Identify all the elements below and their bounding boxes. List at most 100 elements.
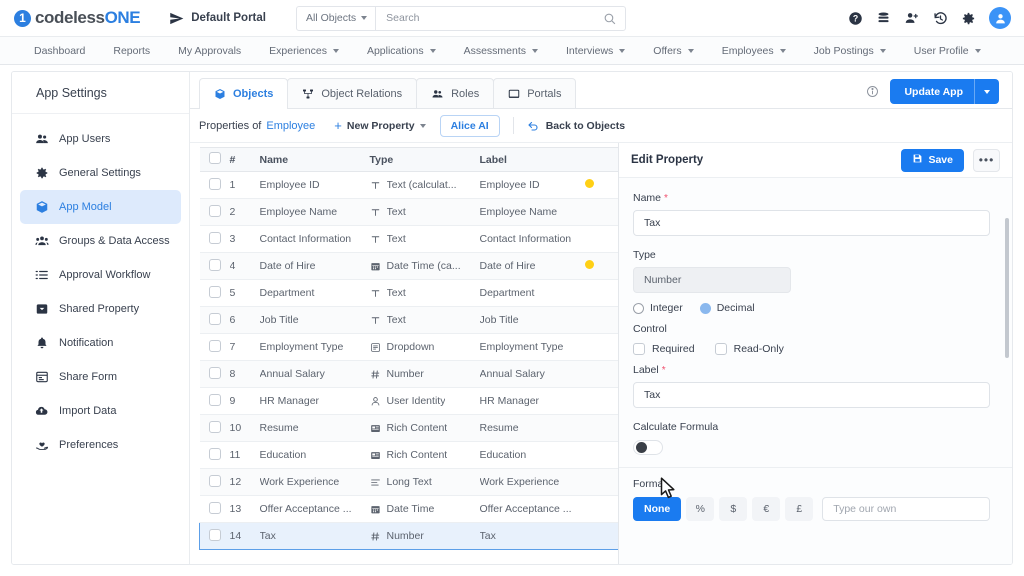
format-option-dollar[interactable]: $ (719, 497, 748, 521)
calculate-formula-toggle[interactable] (633, 440, 663, 455)
row-checkbox[interactable] (208, 258, 221, 271)
table-row[interactable]: 7 Employment Type Dropdown Employment Ty… (199, 333, 619, 361)
update-app-dropdown[interactable] (974, 79, 999, 104)
table-row[interactable]: 11 Education Rich Content Education (199, 441, 619, 469)
tab-object-relations[interactable]: Object Relations (287, 78, 418, 108)
col-number[interactable]: # (229, 147, 260, 172)
row-checkbox-cell[interactable] (199, 414, 230, 442)
nav-item-my-approvals[interactable]: My Approvals (164, 37, 255, 64)
format-option-none[interactable]: None (633, 497, 682, 521)
row-checkbox-cell[interactable] (199, 198, 230, 226)
tab-objects[interactable]: Objects (199, 78, 289, 109)
format-option-pound[interactable]: £ (785, 497, 814, 521)
new-property-button[interactable]: + New Property (334, 119, 426, 132)
search-scope-dropdown[interactable]: All Objects (297, 6, 377, 30)
help-icon[interactable]: ? (848, 11, 863, 26)
checkbox-required[interactable]: Required (633, 343, 695, 355)
col-name[interactable]: Name (259, 147, 370, 172)
sidebar-item-app-model[interactable]: App Model (20, 190, 181, 224)
sidebar-item-groups-data-access[interactable]: Groups & Data Access (20, 224, 181, 258)
info-icon[interactable] (866, 85, 879, 98)
row-checkbox-cell[interactable] (199, 468, 230, 496)
sidebar-item-notification[interactable]: Notification (20, 326, 181, 360)
table-row[interactable]: 5 Department Text Department (199, 279, 619, 307)
nav-item-experiences[interactable]: Experiences (255, 37, 353, 64)
panel-scrollbar[interactable] (1005, 218, 1009, 358)
row-checkbox-cell[interactable] (199, 387, 230, 415)
sidebar-item-approval-workflow[interactable]: Approval Workflow (20, 258, 181, 292)
table-row[interactable]: 2 Employee Name Text Employee Name (199, 198, 619, 226)
row-checkbox[interactable] (208, 339, 221, 352)
sidebar-item-app-users[interactable]: App Users (20, 122, 181, 156)
row-checkbox[interactable] (208, 285, 221, 298)
table-row[interactable]: 12 Work Experience Long Text Work Experi… (199, 468, 619, 496)
nav-item-employees[interactable]: Employees (708, 37, 800, 64)
nav-item-dashboard[interactable]: Dashboard (20, 37, 99, 64)
alice-ai-button[interactable]: Alice AI (439, 114, 500, 137)
back-to-objects-button[interactable]: Back to Objects (527, 120, 625, 132)
row-checkbox[interactable] (208, 366, 221, 379)
col-label[interactable]: Label (479, 147, 585, 172)
global-search[interactable]: All Objects Search (295, 5, 626, 31)
row-checkbox[interactable] (208, 177, 221, 190)
search-icon[interactable] (603, 12, 625, 25)
row-checkbox[interactable] (208, 420, 221, 433)
row-checkbox[interactable] (208, 393, 221, 406)
table-row[interactable]: 8 Annual Salary Number Annual Salary (199, 360, 619, 388)
sidebar-item-general-settings[interactable]: General Settings (20, 156, 181, 190)
row-checkbox-cell[interactable] (199, 225, 230, 253)
table-row[interactable]: 13 Offer Acceptance ... Date Time Offer … (199, 495, 619, 523)
app-logo[interactable]: 1 codelessONE (0, 8, 141, 28)
nav-item-job-postings[interactable]: Job Postings (800, 37, 900, 64)
table-row[interactable]: 3 Contact Information Text Contact Infor… (199, 225, 619, 253)
row-checkbox-cell[interactable] (199, 306, 230, 334)
nav-item-reports[interactable]: Reports (99, 37, 164, 64)
row-checkbox[interactable] (209, 528, 221, 541)
row-checkbox[interactable] (208, 474, 221, 487)
radio-decimal[interactable]: Decimal (699, 302, 755, 314)
format-option-euro[interactable]: € (752, 497, 781, 521)
name-input[interactable]: Tax (633, 210, 990, 236)
row-checkbox-cell[interactable] (199, 171, 230, 199)
gear-icon[interactable] (961, 11, 976, 26)
nav-item-offers[interactable]: Offers (639, 37, 707, 64)
row-checkbox-cell[interactable] (199, 441, 230, 469)
row-checkbox-cell[interactable] (199, 252, 230, 280)
nav-item-interviews[interactable]: Interviews (552, 37, 639, 64)
portal-selector[interactable]: Default Portal (169, 11, 266, 26)
format-option-percent[interactable]: % (686, 497, 715, 521)
database-icon[interactable] (876, 11, 891, 26)
row-checkbox-cell[interactable] (199, 333, 230, 361)
row-checkbox[interactable] (208, 312, 221, 325)
select-all-header[interactable] (199, 147, 230, 172)
object-name-link[interactable]: Employee (266, 120, 315, 132)
add-user-icon[interactable] (904, 11, 920, 26)
avatar[interactable] (989, 7, 1011, 29)
history-icon[interactable] (933, 11, 948, 26)
row-checkbox-cell[interactable] (199, 360, 230, 388)
type-select[interactable]: Number (633, 267, 791, 293)
sidebar-item-preferences[interactable]: Preferences (20, 428, 181, 462)
row-checkbox[interactable] (208, 501, 221, 514)
save-button[interactable]: Save (901, 148, 964, 172)
row-checkbox[interactable] (208, 204, 221, 217)
table-row[interactable]: 4 Date of Hire Date Time (ca... Date of … (199, 252, 619, 280)
table-row[interactable]: 9 HR Manager User Identity HR Manager (199, 387, 619, 415)
table-row[interactable]: 6 Job Title Text Job Title (199, 306, 619, 334)
row-checkbox-cell[interactable] (199, 522, 230, 550)
label-input[interactable]: Tax (633, 382, 990, 408)
update-app-button[interactable]: Update App (890, 79, 999, 104)
radio-integer[interactable]: Integer (633, 302, 683, 314)
row-checkbox[interactable] (208, 447, 221, 460)
row-checkbox-cell[interactable] (199, 495, 230, 523)
table-row[interactable]: 1 Employee ID Text (calculat... Employee… (199, 171, 619, 199)
table-row-selected[interactable]: 14 Tax Number Tax (199, 522, 619, 550)
tab-portals[interactable]: Portals (493, 78, 577, 108)
format-custom-input[interactable]: Type our own (822, 497, 990, 521)
tab-roles[interactable]: Roles (416, 78, 495, 108)
sidebar-item-shared-property[interactable]: Shared Property (20, 292, 181, 326)
col-type[interactable]: Type (369, 147, 480, 172)
sidebar-item-import-data[interactable]: Import Data (20, 394, 181, 428)
sidebar-item-share-form[interactable]: Share Form (20, 360, 181, 394)
checkbox-readonly[interactable]: Read-Only (714, 343, 784, 355)
